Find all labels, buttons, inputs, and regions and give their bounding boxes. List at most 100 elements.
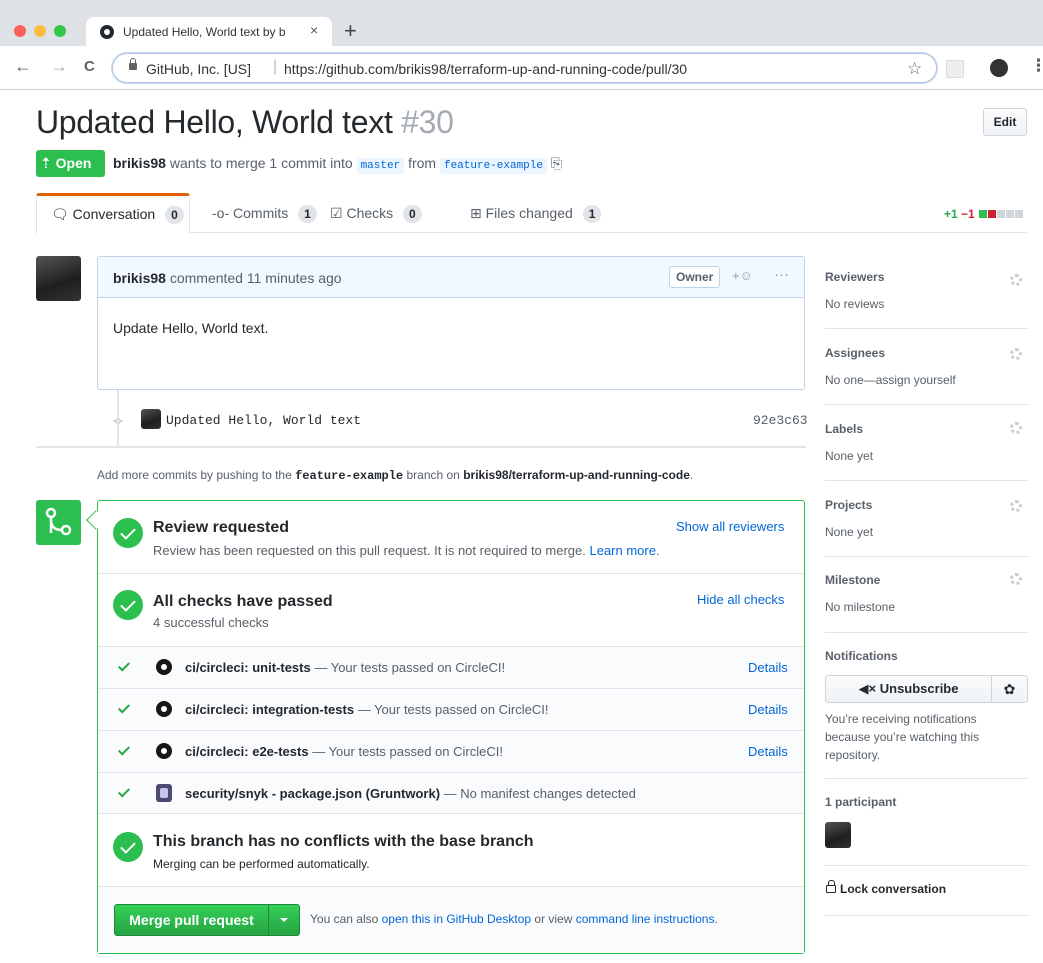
hide-checks-link[interactable]: Hide all checks	[697, 592, 784, 607]
tab-label: Checks	[346, 205, 394, 221]
sidebar-participants: 1 participant	[825, 779, 1028, 866]
commit-sha[interactable]: 92e3c63	[753, 413, 808, 428]
check-details-link[interactable]: Details	[748, 660, 788, 675]
diffstat[interactable]: +1 −1	[944, 207, 1024, 221]
commit-avatar[interactable]	[141, 409, 161, 429]
url-text[interactable]: https://github.com/brikis98/terraform-up…	[284, 61, 687, 77]
merge-method-dropdown[interactable]	[268, 904, 300, 936]
tab-conversation[interactable]: 🗨 Conversation 0	[36, 193, 190, 234]
check-description: ci/circleci: integration-tests — Your te…	[185, 702, 548, 717]
gear-icon[interactable]	[1010, 573, 1022, 585]
sidebar-heading: Projects	[825, 498, 873, 512]
sidebar-value[interactable]: No one—assign yourself	[825, 373, 956, 387]
window-zoom-button[interactable]	[54, 25, 66, 37]
sidebar-value: No reviews	[825, 297, 885, 311]
gear-icon[interactable]	[1010, 274, 1022, 286]
window-close-button[interactable]	[14, 25, 26, 37]
check-details-link[interactable]: Details	[748, 702, 788, 717]
learn-more-link[interactable]: Learn more.	[589, 543, 659, 558]
avatar[interactable]	[36, 256, 81, 301]
sidebar-projects[interactable]: Projects None yet	[825, 481, 1028, 557]
forward-button[interactable]: →	[50, 56, 68, 77]
show-reviewers-link[interactable]: Show all reviewers	[676, 519, 784, 534]
commit-message[interactable]: Updated Hello, World text	[166, 413, 361, 428]
tab-label: Commits	[233, 205, 289, 221]
gear-icon[interactable]	[1010, 348, 1022, 360]
add-reaction-icon[interactable]: +☺	[732, 268, 753, 283]
push-hint-prefix: Add more commits by pushing to the	[97, 468, 292, 482]
pr-number: #30	[401, 104, 454, 140]
browser-toolbar: ← → C GitHub, Inc. [US] | https://github…	[0, 46, 1043, 90]
mute-icon: ◀×	[858, 681, 877, 696]
review-heading: Review requested	[153, 519, 290, 536]
gear-icon[interactable]	[1010, 500, 1022, 512]
comment: brikis98 commented 11 minutes ago Owner …	[97, 256, 805, 390]
edit-title-button[interactable]: Edit	[983, 108, 1027, 136]
browser-tab[interactable]: Updated Hello, World text by b ×	[86, 17, 332, 46]
reload-button[interactable]: C	[84, 58, 95, 75]
checklist-icon: ☑	[330, 205, 343, 221]
page-title: Updated Hello, World text #30	[36, 104, 454, 141]
circleci-icon	[156, 659, 172, 675]
url-separator: |	[273, 58, 278, 75]
merge-footer: Merge pull request You can also open thi…	[98, 886, 804, 953]
open-desktop-link[interactable]: open this in GitHub Desktop	[382, 912, 531, 926]
comment-time[interactable]: 11 minutes ago	[247, 270, 342, 286]
tab-commits[interactable]: -o- Commits 1	[212, 193, 317, 233]
notification-settings-button[interactable]: ✿	[991, 675, 1028, 703]
sidebar-assignees[interactable]: Assignees No one—assign yourself	[825, 329, 1028, 405]
profile-avatar[interactable]	[990, 59, 1008, 77]
back-button[interactable]: ←	[14, 56, 32, 77]
check-description: ci/circleci: e2e-tests — Your tests pass…	[185, 744, 503, 759]
comment-meta: brikis98 commented 11 minutes ago	[113, 270, 342, 286]
unsubscribe-button[interactable]: ◀× Unsubscribe	[825, 675, 992, 703]
bookmark-star-icon[interactable]: ☆	[907, 59, 922, 79]
review-sub-text: Review has been requested on this pull r…	[153, 543, 586, 558]
sidebar-value: None yet	[825, 449, 874, 463]
sidebar-reviewers[interactable]: Reviewers No reviews	[825, 256, 1028, 329]
address-bar[interactable]: GitHub, Inc. [US] | https://github.com/b…	[112, 53, 937, 83]
diffstat-block	[997, 210, 1006, 218]
diffstat-block	[988, 210, 997, 218]
copy-branch-icon[interactable]: ⎘	[551, 155, 562, 171]
comment-author[interactable]: brikis98	[113, 270, 166, 286]
diffstat-block	[979, 210, 988, 218]
tab-files-changed[interactable]: ⊞ Files changed 1	[470, 193, 602, 233]
check-description: security/snyk - package.json (Gruntwork)…	[185, 786, 636, 801]
command-line-link[interactable]: command line instructions	[576, 912, 715, 926]
extension-icon[interactable]	[946, 60, 964, 78]
merge-pull-request-button[interactable]: Merge pull request	[114, 904, 269, 936]
sidebar-milestone[interactable]: Milestone No milestone	[825, 557, 1028, 633]
sidebar-heading: Assignees	[825, 346, 886, 360]
review-subtext: Review has been requested on this pull r…	[153, 543, 660, 558]
new-tab-button[interactable]: +	[344, 18, 357, 44]
pull-request-icon: ⇡	[40, 155, 52, 171]
comment-action: commented	[169, 270, 243, 286]
tab-close-icon[interactable]: ×	[310, 22, 318, 38]
tab-counter: 0	[403, 205, 422, 223]
tab-checks[interactable]: ☑ Checks 0	[330, 193, 422, 233]
more-options-icon[interactable]: ···	[774, 266, 789, 283]
head-branch[interactable]: feature-example	[439, 158, 547, 174]
checks-heading: All checks have passed	[153, 593, 333, 610]
browser-menu-icon[interactable]: ⋮	[1030, 56, 1043, 76]
pr-tabnav: 🗨 Conversation 0 -o- Commits 1 ☑ Checks …	[36, 193, 1027, 234]
check-details-link[interactable]: Details	[748, 744, 788, 759]
state-label: Open	[55, 155, 92, 171]
tab-counter: 1	[298, 205, 317, 223]
tab-label: Files changed	[485, 205, 573, 221]
push-hint-repo: brikis98/terraform-up-and-running-code	[463, 468, 690, 482]
participant-avatar[interactable]	[825, 822, 851, 848]
sidebar-heading: Reviewers	[825, 270, 885, 284]
comment-discussion-icon: 🗨	[51, 206, 69, 222]
lock-conversation-link[interactable]: Lock conversation	[840, 882, 946, 896]
pr-author-link[interactable]: brikis98	[113, 155, 166, 171]
check-icon	[117, 743, 131, 756]
merge-status-icon	[36, 500, 81, 545]
base-branch[interactable]: master	[356, 158, 405, 174]
sidebar-value: None yet	[825, 525, 874, 539]
gear-icon[interactable]	[1010, 422, 1022, 434]
window-minimize-button[interactable]	[34, 25, 46, 37]
diffstat-block	[1006, 210, 1015, 218]
sidebar-labels[interactable]: Labels None yet	[825, 405, 1028, 481]
